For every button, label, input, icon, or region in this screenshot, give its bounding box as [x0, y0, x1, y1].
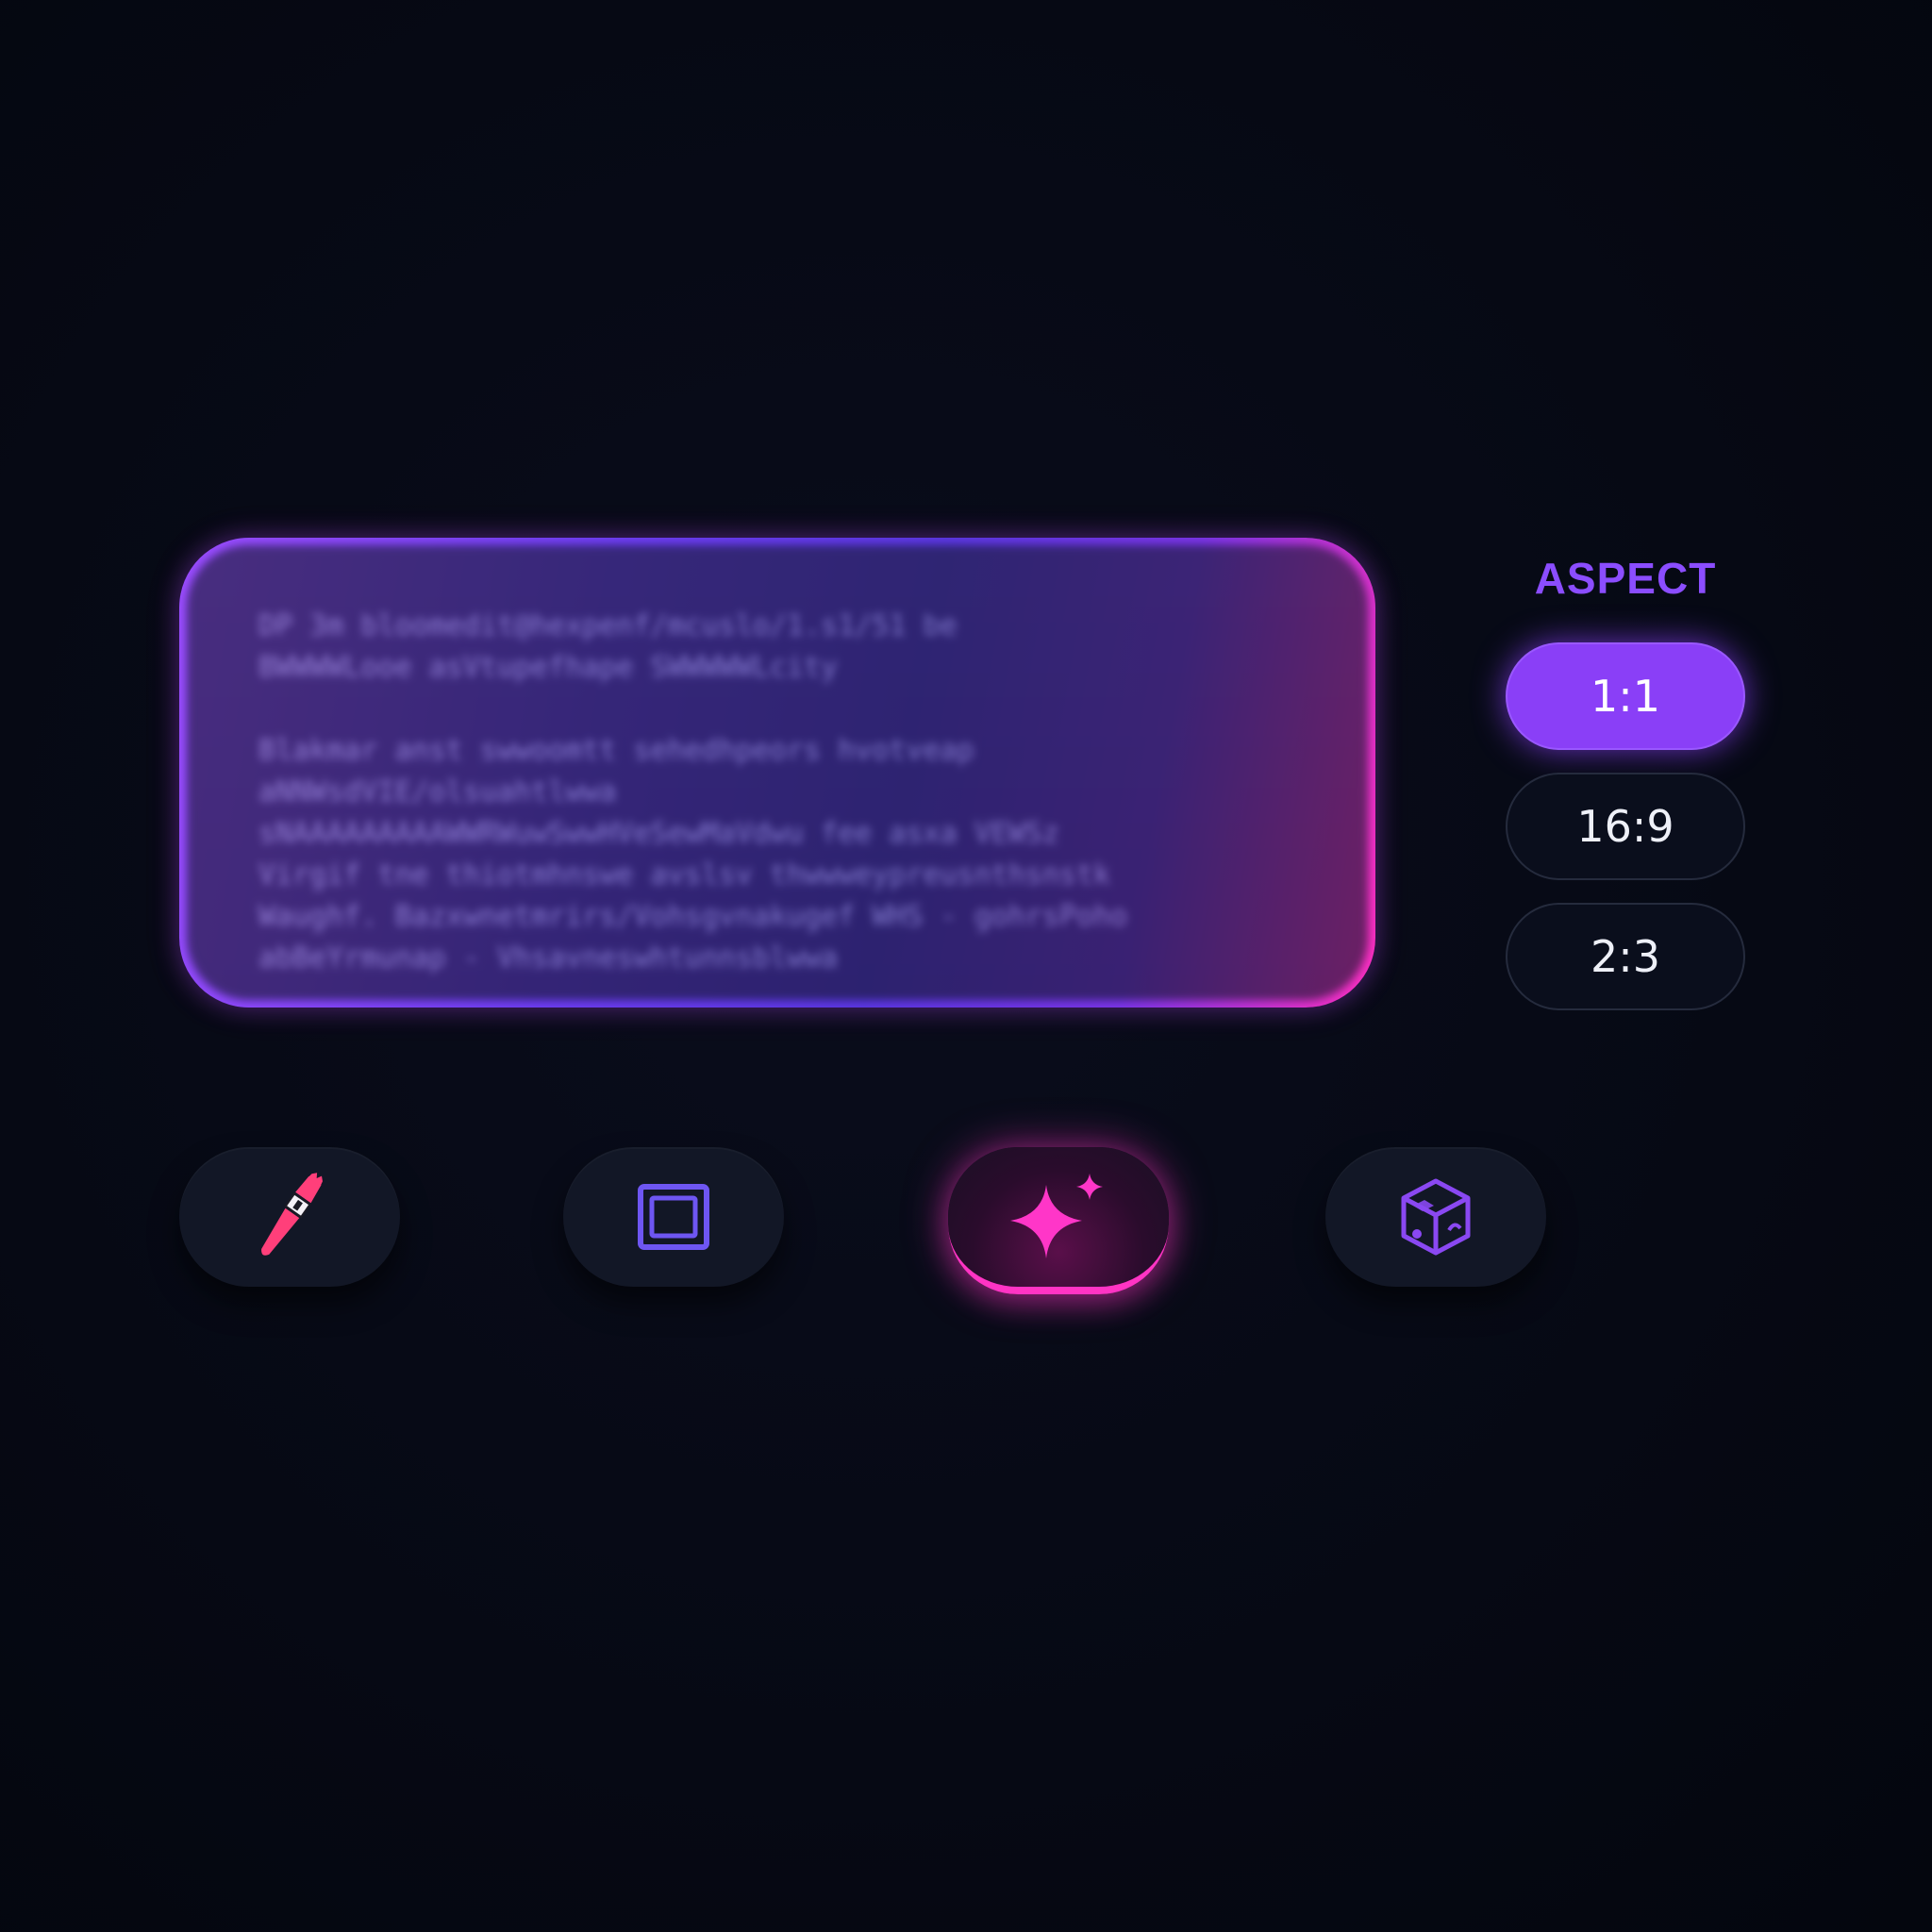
frame-icon — [638, 1184, 709, 1250]
aspect-option-2-3[interactable]: 2:3 — [1506, 903, 1745, 1010]
cube-icon — [1401, 1178, 1471, 1256]
aspect-option-1-1[interactable]: 1:1 — [1506, 642, 1745, 750]
frame-button[interactable] — [563, 1147, 784, 1287]
paintbrush-icon — [261, 1173, 323, 1256]
prompt-input[interactable]: DP 3m bloomedit@hexpenf/mcuslo/1.s1/51 b… — [187, 545, 1368, 1000]
paintbrush-button[interactable] — [179, 1147, 400, 1287]
generate-button[interactable] — [948, 1147, 1169, 1294]
prompt-box: DP 3m bloomedit@hexpenf/mcuslo/1.s1/51 b… — [179, 538, 1375, 1008]
aspect-panel: ASPECT 1:1 16:9 2:3 — [1506, 552, 1745, 1033]
sparkle-icon — [1010, 1174, 1103, 1258]
aspect-option-16-9[interactable]: 16:9 — [1506, 773, 1745, 880]
cube-button[interactable] — [1325, 1147, 1546, 1287]
aspect-title: ASPECT — [1534, 554, 1717, 603]
